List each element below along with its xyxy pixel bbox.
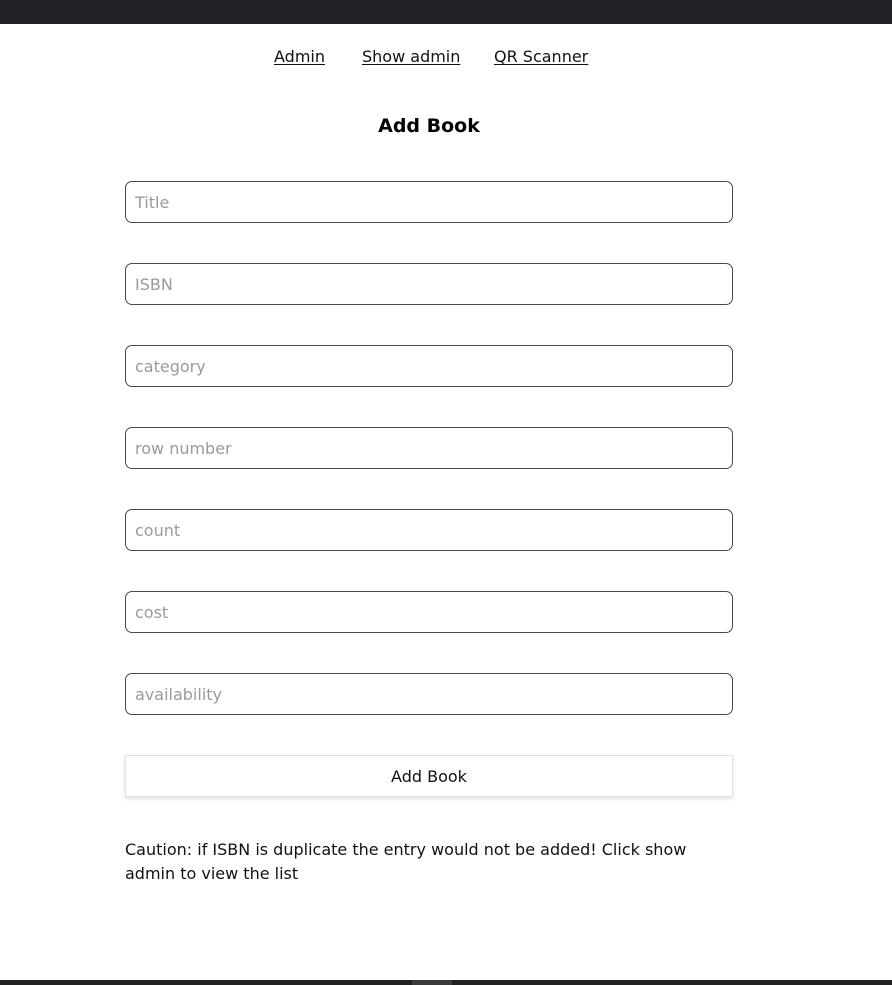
row-number-input[interactable] bbox=[125, 427, 733, 469]
count-input[interactable] bbox=[125, 509, 733, 551]
browser-top-bar bbox=[0, 0, 892, 24]
browser-bottom-bar bbox=[0, 980, 892, 985]
caution-note: Caution: if ISBN is duplicate the entry … bbox=[125, 840, 687, 883]
nav-link-qr-scanner[interactable]: QR Scanner bbox=[494, 47, 588, 66]
add-book-button[interactable]: Add Book bbox=[125, 755, 733, 797]
availability-input[interactable] bbox=[125, 673, 733, 715]
nav-link-show-admin[interactable]: Show admin bbox=[362, 47, 460, 66]
title-input[interactable] bbox=[125, 181, 733, 223]
category-input[interactable] bbox=[125, 345, 733, 387]
top-nav: Admin Show admin QR Scanner bbox=[0, 47, 892, 69]
bottom-bar-handle bbox=[412, 980, 452, 985]
cost-input[interactable] bbox=[125, 591, 733, 633]
nav-link-admin[interactable]: Admin bbox=[274, 47, 325, 66]
isbn-input[interactable] bbox=[125, 263, 733, 305]
page-title: Add Book bbox=[378, 115, 480, 137]
